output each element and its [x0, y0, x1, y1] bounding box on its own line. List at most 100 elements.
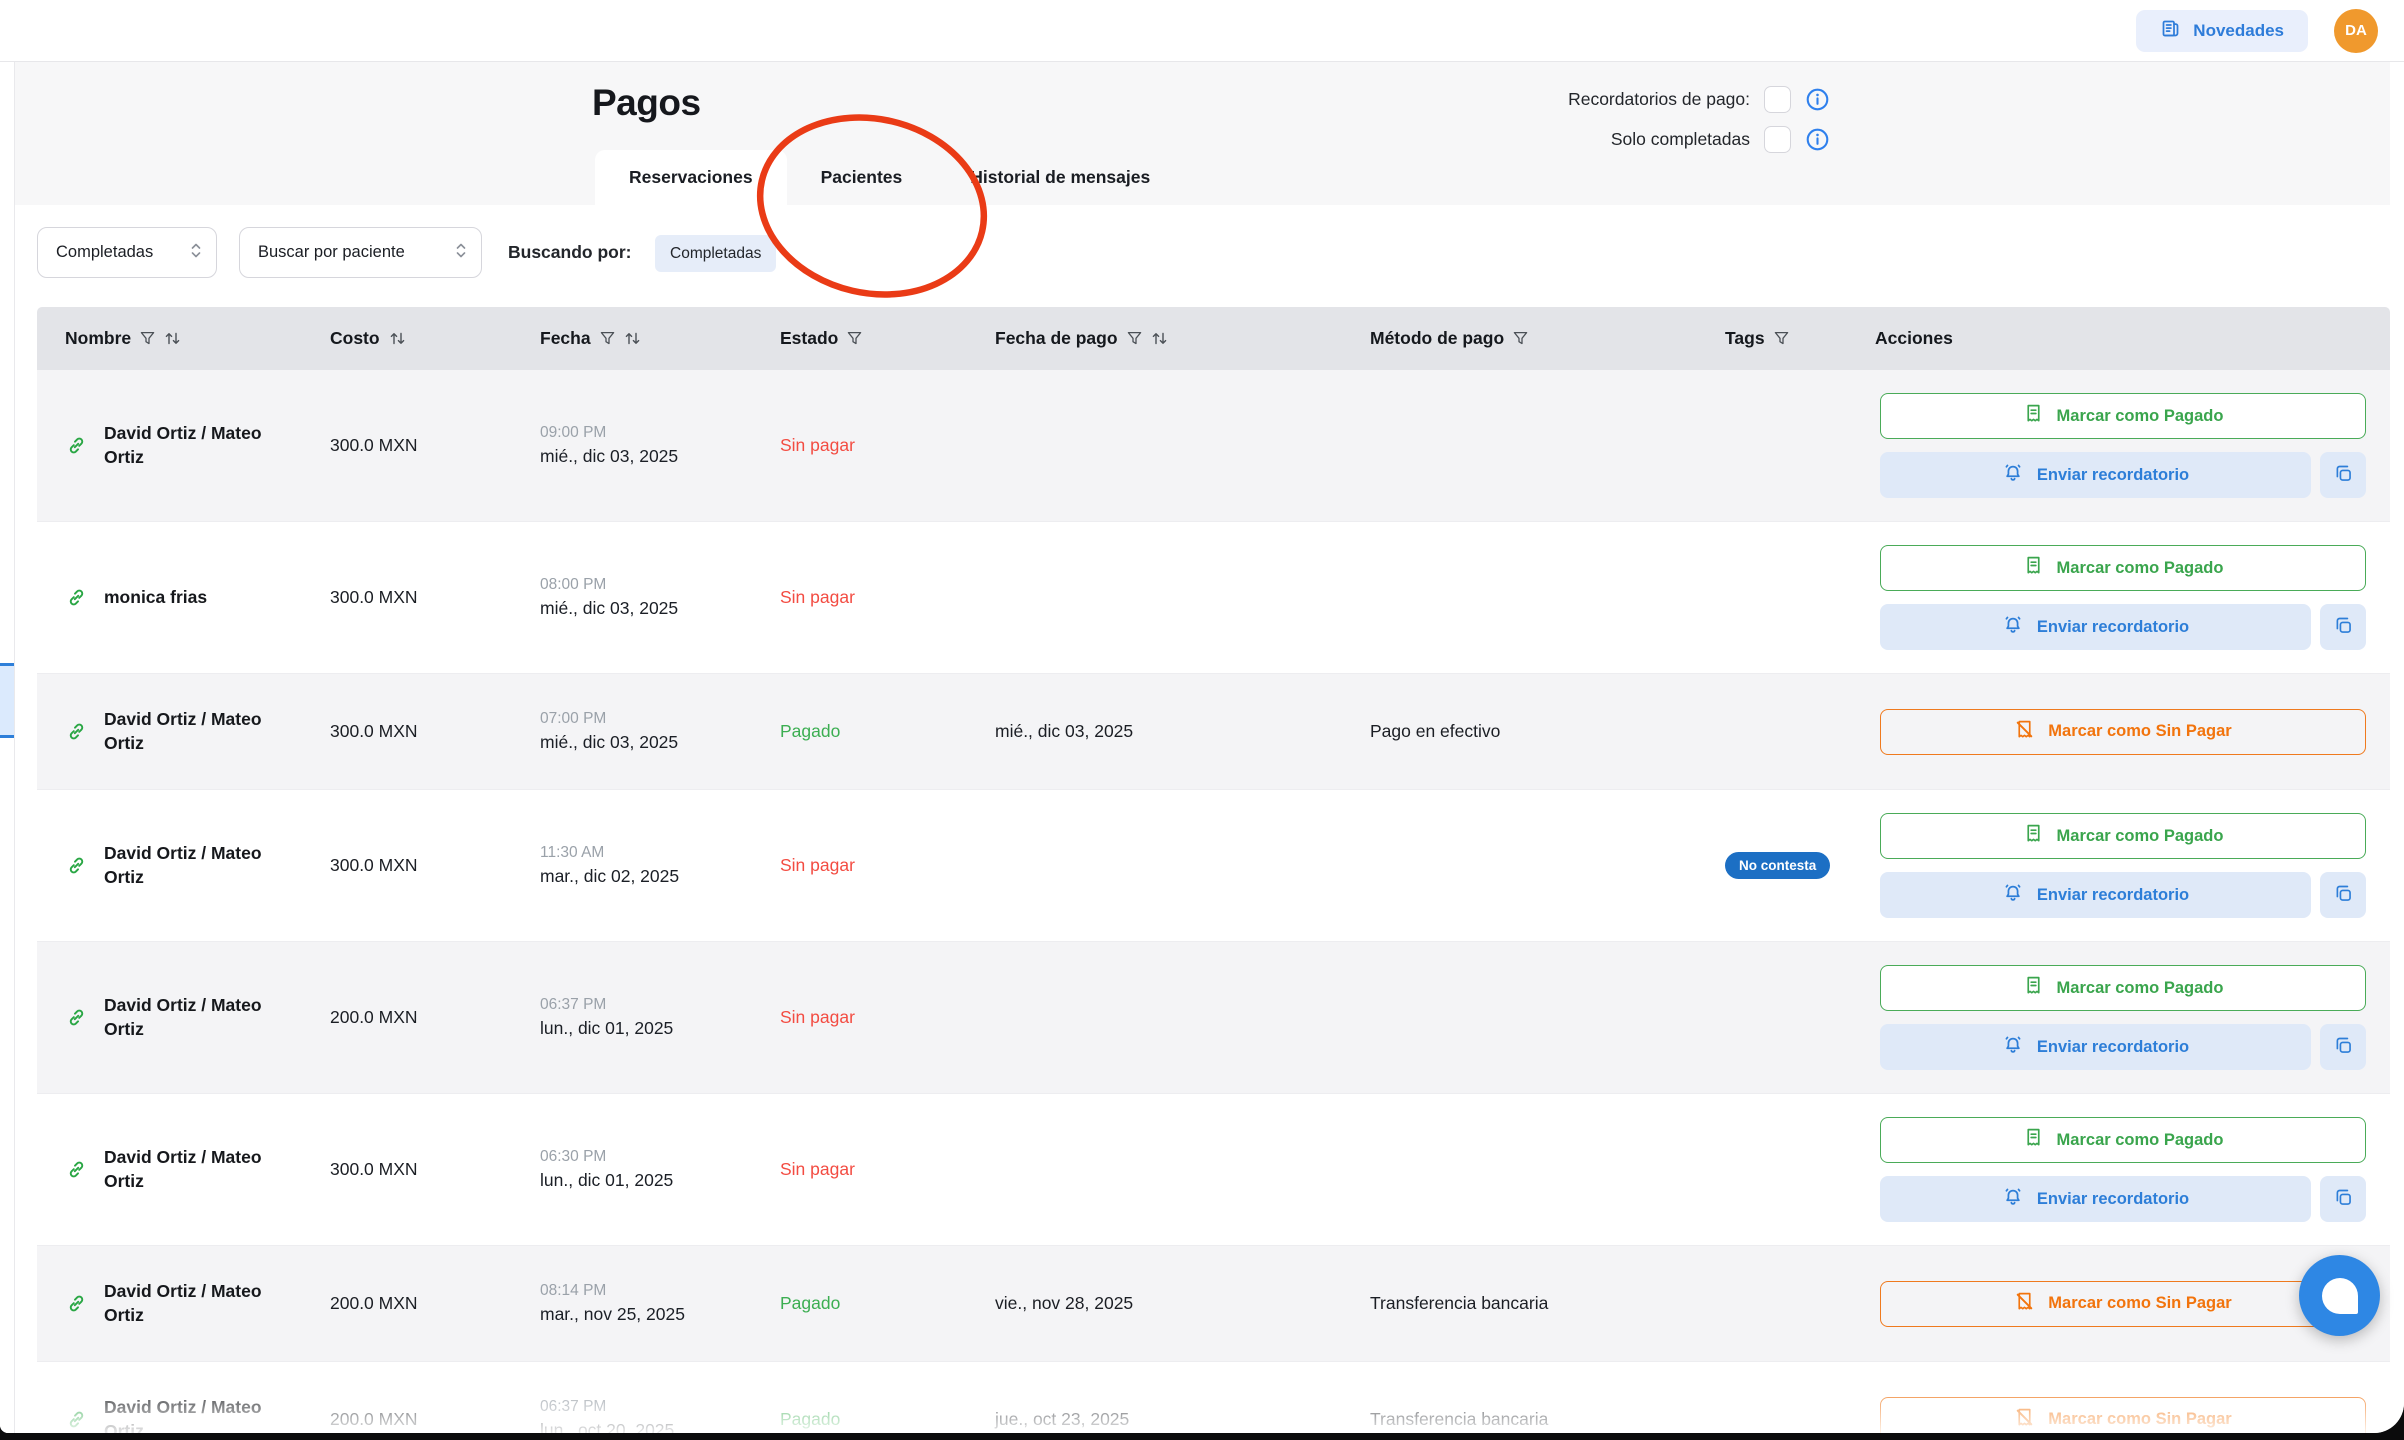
send-reminder-label: Enviar recordatorio	[2037, 618, 2189, 637]
column-header-estado[interactable]: Estado	[760, 328, 975, 349]
only-completed-toggle-row: Solo completadas	[1611, 126, 1830, 153]
link-icon[interactable]	[65, 1006, 88, 1029]
bell-icon	[2002, 882, 2024, 909]
mark-as-paid-button[interactable]: Marcar como Pagado	[1880, 813, 2366, 859]
mark-as-unpaid-button[interactable]: Marcar como Sin Pagar	[1880, 1281, 2366, 1327]
time-value: 08:00 PM	[540, 576, 760, 594]
actions-cell: Marcar como Pagado Enviar recordatorio	[1855, 965, 2390, 1070]
tab-pacientes[interactable]: Pacientes	[787, 150, 937, 205]
info-icon[interactable]	[1805, 127, 1830, 152]
date-cell: 06:37 PMlun., dic 01, 2025	[520, 996, 760, 1039]
app-window: Novedades DA Pagos Recordatorios de pago…	[0, 0, 2404, 1433]
bell-icon	[2002, 1034, 2024, 1061]
copy-icon	[2333, 1035, 2354, 1059]
time-value: 06:37 PM	[540, 1398, 760, 1416]
copy-reminder-button[interactable]	[2320, 1176, 2366, 1222]
table-header-row: Nombre Costo Fecha Estado Fecha de pagoMétod…	[37, 307, 2390, 370]
payment-reminders-checkbox[interactable]	[1764, 86, 1791, 113]
patient-name: David Ortiz / Mateo Ortiz	[104, 994, 294, 1041]
date-cell: 08:14 PMmar., nov 25, 2025	[520, 1282, 760, 1325]
sort-arrows-icon[interactable]	[624, 331, 641, 346]
reminder-actions-row: Enviar recordatorio	[1880, 1024, 2390, 1070]
avatar[interactable]: DA	[2334, 9, 2378, 53]
mark-as-paid-button[interactable]: Marcar como Pagado	[1880, 545, 2366, 591]
collapsed-drawer-handle[interactable]	[0, 663, 14, 738]
column-label: Fecha	[540, 328, 591, 349]
send-reminder-button[interactable]: Enviar recordatorio	[1880, 1176, 2311, 1222]
mark-as-unpaid-button[interactable]: Marcar como Sin Pagar	[1880, 709, 2366, 755]
filter-funnel-icon[interactable]	[847, 331, 862, 346]
sort-arrows-icon[interactable]	[164, 331, 181, 346]
copy-reminder-button[interactable]	[2320, 872, 2366, 918]
filter-funnel-icon[interactable]	[140, 331, 155, 346]
copy-reminder-button[interactable]	[2320, 604, 2366, 650]
scrollbar-track[interactable]	[2390, 62, 2404, 1433]
payment-method-cell: Transferencia bancaria	[1350, 1409, 1705, 1430]
link-icon[interactable]	[65, 434, 88, 457]
patient-name: David Ortiz / Mateo Ortiz	[104, 708, 294, 755]
mark-as-paid-button[interactable]: Marcar como Pagado	[1880, 393, 2366, 439]
link-icon[interactable]	[65, 586, 88, 609]
send-reminder-button[interactable]: Enviar recordatorio	[1880, 1024, 2311, 1070]
status-cell: Sin pagar	[760, 587, 975, 608]
mark-as-unpaid-button[interactable]: Marcar como Sin Pagar	[1880, 1397, 2366, 1434]
cost-cell: 200.0 MXN	[310, 1293, 520, 1314]
actions-cell: Marcar como Pagado Enviar recordatorio	[1855, 1117, 2390, 1222]
filter-funnel-icon[interactable]	[600, 331, 615, 346]
send-reminder-button[interactable]: Enviar recordatorio	[1880, 604, 2311, 650]
status-cell: Pagado	[760, 721, 975, 742]
column-header-método-de-pago[interactable]: Método de pago	[1350, 328, 1705, 349]
column-header-costo[interactable]: Costo	[310, 328, 520, 349]
column-header-fecha-de-pago[interactable]: Fecha de pago	[975, 328, 1350, 349]
payment-reminders-label: Recordatorios de pago:	[1568, 89, 1750, 110]
link-icon[interactable]	[65, 854, 88, 877]
column-label: Estado	[780, 328, 838, 349]
mark-as-unpaid-label: Marcar como Sin Pagar	[2048, 722, 2231, 741]
date-cell: 06:30 PMlun., dic 01, 2025	[520, 1148, 760, 1191]
left-rail	[0, 62, 15, 1433]
tag-pill[interactable]: No contesta	[1725, 852, 1830, 879]
reminder-actions-row: Enviar recordatorio	[1880, 452, 2390, 498]
status-filter-select[interactable]: Completadas	[37, 227, 217, 278]
link-icon[interactable]	[65, 1408, 88, 1431]
filter-funnel-icon[interactable]	[1513, 331, 1528, 346]
sort-arrows-icon[interactable]	[1151, 331, 1168, 346]
send-reminder-button[interactable]: Enviar recordatorio	[1880, 452, 2311, 498]
copy-reminder-button[interactable]	[2320, 1024, 2366, 1070]
payment-method-cell: Transferencia bancaria	[1350, 1293, 1705, 1314]
filter-funnel-icon[interactable]	[1127, 331, 1142, 346]
date-cell: 08:00 PMmié., dic 03, 2025	[520, 576, 760, 619]
novedades-button[interactable]: Novedades	[2136, 10, 2308, 52]
only-completed-checkbox[interactable]	[1764, 126, 1791, 153]
patient-name-cell: David Ortiz / Mateo Ortiz	[37, 422, 310, 469]
chat-widget-button[interactable]	[2299, 1255, 2380, 1336]
status-cell: Sin pagar	[760, 1007, 975, 1028]
table-row: David Ortiz / Mateo Ortiz200.0 MXN06:37 …	[37, 1362, 2390, 1433]
sort-arrows-icon[interactable]	[389, 331, 406, 346]
column-header-nombre[interactable]: Nombre	[37, 328, 310, 349]
column-header-fecha[interactable]: Fecha	[520, 328, 760, 349]
column-header-tags[interactable]: Tags	[1705, 328, 1855, 349]
date-value: mar., dic 02, 2025	[540, 866, 760, 887]
actions-cell: Marcar como Sin Pagar	[1855, 709, 2390, 755]
tab-historial-de-mensajes[interactable]: Historial de mensajes	[936, 150, 1184, 205]
link-icon[interactable]	[65, 1158, 88, 1181]
receipt-icon	[2023, 1127, 2044, 1153]
payment-method-cell: Pago en efectivo	[1350, 721, 1705, 742]
info-icon[interactable]	[1805, 87, 1830, 112]
mark-as-paid-button[interactable]: Marcar como Pagado	[1880, 965, 2366, 1011]
filter-funnel-icon[interactable]	[1774, 331, 1789, 346]
mark-as-paid-button[interactable]: Marcar como Pagado	[1880, 1117, 2366, 1163]
payment-date-cell: jue., oct 23, 2025	[975, 1409, 1350, 1430]
time-value: 11:30 AM	[540, 844, 760, 862]
tab-reservaciones[interactable]: Reservaciones	[595, 150, 787, 205]
copy-reminder-button[interactable]	[2320, 452, 2366, 498]
date-cell: 09:00 PMmié., dic 03, 2025	[520, 424, 760, 467]
link-icon[interactable]	[65, 1292, 88, 1315]
send-reminder-button[interactable]: Enviar recordatorio	[1880, 872, 2311, 918]
link-icon[interactable]	[65, 720, 88, 743]
search-by-select[interactable]: Buscar por paciente	[239, 227, 482, 278]
column-header-acciones[interactable]: Acciones	[1855, 328, 2390, 349]
column-label: Nombre	[65, 328, 131, 349]
patient-name: David Ortiz / Mateo Ortiz	[104, 1280, 294, 1327]
